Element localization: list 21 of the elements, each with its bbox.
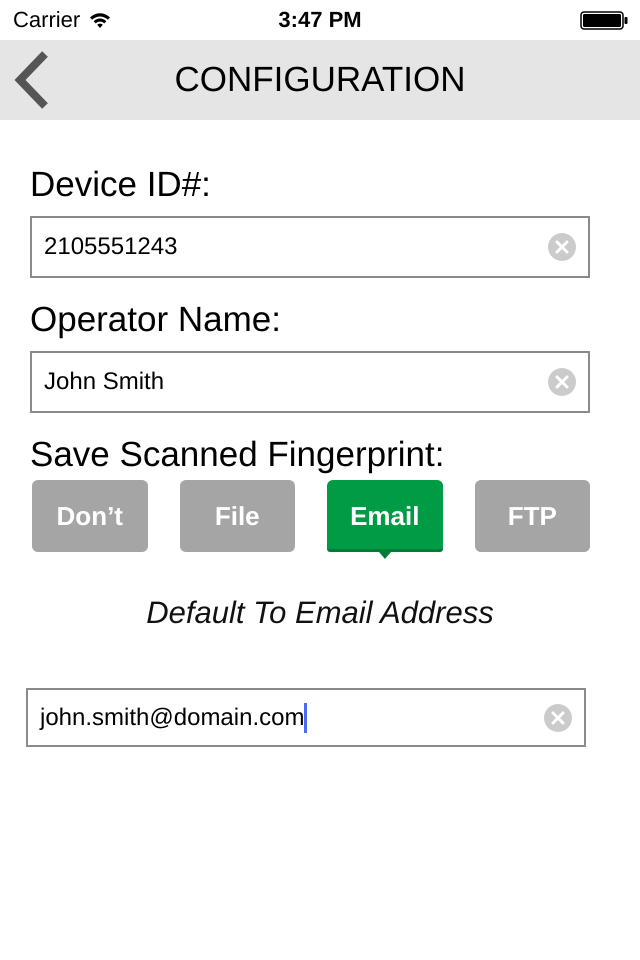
clear-icon[interactable] [548,368,576,396]
pointer-icon [378,552,391,559]
field-label: Device ID#: [30,165,212,205]
text-field[interactable]: 2105551243 [30,216,590,278]
text-cursor [304,702,308,732]
screen-title: CONFIGURATION [173,60,466,100]
status-time: 3:47 PM [277,7,363,33]
save-option-button[interactable]: FTP [474,480,590,552]
battery-icon [580,10,628,30]
save-option-button[interactable]: File [180,480,295,552]
section-label: Save Scanned Fingerprint: [30,435,446,475]
clear-icon[interactable] [544,704,572,732]
carrier-name: Carrier [13,7,80,33]
hint-text: Default To Email Address [145,594,495,632]
wifi-icon [89,12,112,28]
back-icon[interactable] [14,50,50,110]
save-option-button[interactable]: Don’t [32,480,148,552]
text-field[interactable]: John Smith [30,351,590,413]
email-field[interactable]: john.smith@domain.com [26,688,586,747]
clear-icon[interactable] [548,233,576,261]
field-label: Operator Name: [30,300,282,340]
